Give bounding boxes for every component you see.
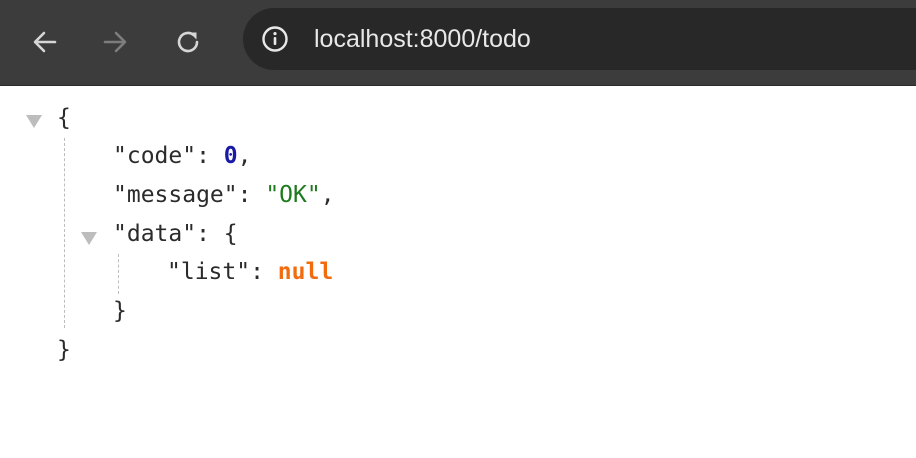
colon: : [237, 182, 266, 208]
json-line-close-root: } [57, 331, 71, 370]
arrow-left-icon [33, 31, 57, 53]
json-line-data: "data": { [113, 215, 238, 254]
json-line-message: "message": "OK", [113, 176, 335, 215]
json-key-code: "code" [113, 143, 197, 169]
close-brace: } [57, 337, 71, 363]
json-key-data: "data" [113, 221, 197, 247]
json-key-list: "list" [167, 259, 251, 285]
indent-guide-data [118, 254, 119, 294]
json-value-message: "OK" [265, 182, 321, 208]
browser-toolbar: localhost:8000/todo [0, 0, 916, 86]
json-viewer: { "code": 0, "message": "OK", "data": { … [0, 86, 916, 458]
reload-button[interactable] [166, 20, 210, 64]
address-bar[interactable]: localhost:8000/todo [243, 8, 916, 70]
comma: , [237, 143, 252, 169]
json-key-message: "message" [113, 182, 238, 208]
url-text[interactable]: localhost:8000/todo [314, 8, 531, 70]
back-button[interactable] [23, 20, 67, 64]
collapse-toggle-data[interactable] [81, 232, 97, 245]
json-line-code: "code": 0, [113, 137, 252, 176]
close-brace: } [113, 298, 127, 324]
json-value-code: 0 [223, 143, 238, 169]
reload-icon [177, 31, 199, 53]
collapse-toggle-root[interactable] [26, 115, 42, 128]
json-line-close-data: } [113, 292, 127, 331]
colon: : [196, 221, 224, 247]
json-line-list: "list": null [167, 253, 333, 292]
json-line-open-root: { [57, 99, 71, 138]
open-brace: { [57, 105, 71, 131]
indent-guide-root [64, 138, 65, 328]
colon: : [250, 259, 278, 285]
open-brace: { [223, 221, 238, 247]
json-value-list: null [277, 259, 334, 285]
forward-button[interactable] [93, 20, 137, 64]
comma: , [320, 182, 335, 208]
info-icon[interactable] [261, 25, 289, 53]
colon: : [196, 143, 224, 169]
arrow-right-icon [103, 31, 127, 53]
